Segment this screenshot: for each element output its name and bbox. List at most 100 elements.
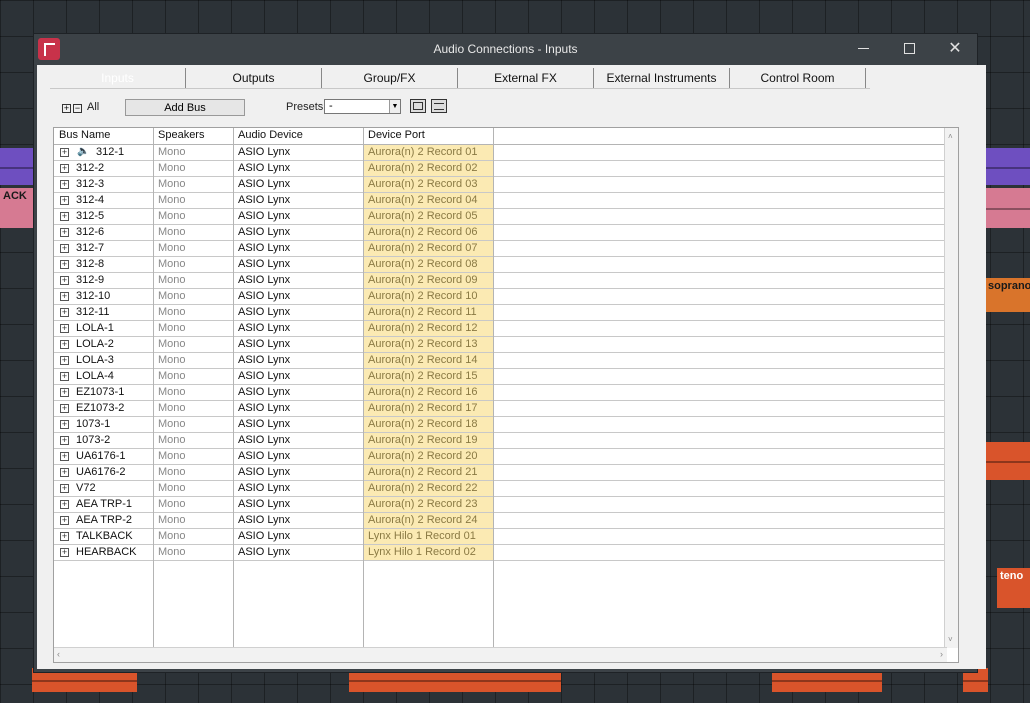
speakers-cell[interactable]: Mono — [158, 338, 186, 350]
device-port-cell[interactable]: Aurora(n) 2 Record 02 — [364, 161, 494, 176]
header-bus-name[interactable]: Bus Name — [59, 129, 110, 141]
bus-name-cell[interactable]: 312-2 — [76, 162, 104, 174]
device-port-cell[interactable]: Aurora(n) 2 Record 06 — [364, 225, 494, 240]
expand-row-icon[interactable]: + — [60, 404, 69, 413]
expand-row-icon[interactable]: + — [60, 212, 69, 221]
audio-device-cell[interactable]: ASIO Lynx — [238, 210, 290, 222]
background-clip-purple-left[interactable] — [0, 148, 35, 185]
expand-row-icon[interactable]: + — [60, 228, 69, 237]
bus-name-cell[interactable]: AEA TRP-2 — [76, 514, 132, 526]
speakers-cell[interactable]: Mono — [158, 194, 186, 206]
table-row[interactable]: +312-10 Mono ASIO Lynx Aurora(n) 2 Record 1… — [54, 289, 958, 305]
header-audio-device[interactable]: Audio Device — [238, 129, 303, 141]
speakers-cell[interactable]: Mono — [158, 482, 186, 494]
device-port-cell[interactable]: Aurora(n) 2 Record 14 — [364, 353, 494, 368]
header-device-port[interactable]: Device Port — [368, 129, 425, 141]
speakers-cell[interactable]: Mono — [158, 546, 186, 558]
close-button[interactable]: ✕ — [932, 34, 978, 64]
device-port-cell[interactable]: Aurora(n) 2 Record 24 — [364, 513, 494, 528]
audio-device-cell[interactable]: ASIO Lynx — [238, 466, 290, 478]
expand-row-icon[interactable]: + — [60, 356, 69, 365]
background-clip-soprano[interactable]: soprano — [985, 278, 1030, 312]
device-port-cell[interactable]: Aurora(n) 2 Record 22 — [364, 481, 494, 496]
bus-name-cell[interactable]: TALKBACK — [76, 530, 133, 542]
maximize-button[interactable] — [886, 34, 932, 64]
device-port-cell[interactable]: Aurora(n) 2 Record 09 — [364, 273, 494, 288]
horizontal-scrollbar[interactable]: ‹ › — [54, 647, 947, 662]
delete-preset-icon[interactable] — [431, 99, 447, 113]
bus-name-cell[interactable]: 1073-1 — [76, 418, 110, 430]
audio-device-cell[interactable]: ASIO Lynx — [238, 146, 290, 158]
minimize-button[interactable] — [840, 34, 886, 64]
table-row[interactable]: +312-9 Mono ASIO Lynx Aurora(n) 2 Record 09 — [54, 273, 958, 289]
audio-device-cell[interactable]: ASIO Lynx — [238, 498, 290, 510]
speakers-cell[interactable]: Mono — [158, 418, 186, 430]
audio-device-cell[interactable]: ASIO Lynx — [238, 546, 290, 558]
scroll-up-icon[interactable]: ˄ — [948, 132, 953, 141]
bus-name-cell[interactable]: 312-11 — [76, 306, 109, 318]
device-port-cell[interactable]: Aurora(n) 2 Record 13 — [364, 337, 494, 352]
audio-device-cell[interactable]: ASIO Lynx — [238, 306, 290, 318]
audio-device-cell[interactable]: ASIO Lynx — [238, 450, 290, 462]
audio-device-cell[interactable]: ASIO Lynx — [238, 514, 290, 526]
table-row[interactable]: +1073-1 Mono ASIO Lynx Aurora(n) 2 Record 1… — [54, 417, 958, 433]
device-port-cell[interactable]: Aurora(n) 2 Record 23 — [364, 497, 494, 512]
table-row[interactable]: + UA6176-2 Mono ASIO Lynx Aurora(n) 2 Record… — [54, 465, 958, 481]
bus-name-cell[interactable]: 312-4 — [76, 194, 104, 206]
save-preset-icon[interactable] — [410, 99, 426, 113]
expand-row-icon[interactable]: + — [60, 244, 69, 253]
title-bar[interactable]: Audio Connections - Inputs ✕ — [34, 34, 977, 64]
header-speakers[interactable]: Speakers — [158, 129, 204, 141]
device-port-cell[interactable]: Aurora(n) 2 Record 10 — [364, 289, 494, 304]
table-row[interactable]: +312-4 Mono ASIO Lynx Aurora(n) 2 Record 04 — [54, 193, 958, 209]
speakers-cell[interactable]: Mono — [158, 322, 186, 334]
bus-name-cell[interactable]: HEARBACK — [76, 546, 137, 558]
audio-device-cell[interactable]: ASIO Lynx — [238, 370, 290, 382]
background-clip-pink-right[interactable] — [985, 188, 1030, 228]
bus-name-cell[interactable]: 312-6 — [76, 226, 104, 238]
speakers-cell[interactable]: Mono — [158, 354, 186, 366]
table-row[interactable]: + LOLA-4 Mono ASIO Lynx Aurora(n) 2 Record 1… — [54, 369, 958, 385]
speakers-cell[interactable]: Mono — [158, 306, 186, 318]
tab-group-fx[interactable]: Group/FX — [322, 68, 458, 88]
presets-dropdown[interactable]: - ▼ — [324, 99, 401, 114]
table-row[interactable]: + LOLA-1 Mono ASIO Lynx Aurora(n) 2 Record 1… — [54, 321, 958, 337]
background-clip-purple-right[interactable] — [985, 148, 1030, 185]
audio-device-cell[interactable]: ASIO Lynx — [238, 530, 290, 542]
tab-inputs[interactable]: Inputs — [50, 68, 186, 88]
bus-name-cell[interactable]: 312-10 — [76, 290, 110, 302]
speakers-cell[interactable]: Mono — [158, 498, 186, 510]
audio-device-cell[interactable]: ASIO Lynx — [238, 274, 290, 286]
audio-device-cell[interactable]: ASIO Lynx — [238, 322, 290, 334]
speakers-cell[interactable]: Mono — [158, 274, 186, 286]
table-row[interactable]: + EZ1073-1 Mono ASIO Lynx Aurora(n) 2 Record… — [54, 385, 958, 401]
expand-row-icon[interactable]: + — [60, 452, 69, 461]
table-row[interactable]: +312-11 Mono ASIO Lynx Aurora(n) 2 Record 1… — [54, 305, 958, 321]
expand-row-icon[interactable]: + — [60, 276, 69, 285]
device-port-cell[interactable]: Aurora(n) 2 Record 08 — [364, 257, 494, 272]
device-port-cell[interactable]: Aurora(n) 2 Record 04 — [364, 193, 494, 208]
table-row[interactable]: +312-6 Mono ASIO Lynx Aurora(n) 2 Record 06 — [54, 225, 958, 241]
audio-device-cell[interactable]: ASIO Lynx — [238, 354, 290, 366]
device-port-cell[interactable]: Aurora(n) 2 Record 05 — [364, 209, 494, 224]
table-row[interactable]: +312-7 Mono ASIO Lynx Aurora(n) 2 Record 07 — [54, 241, 958, 257]
add-bus-button[interactable]: Add Bus — [125, 99, 245, 116]
expand-row-icon[interactable]: + — [60, 340, 69, 349]
table-row[interactable]: + EZ1073-2 Mono ASIO Lynx Aurora(n) 2 Record… — [54, 401, 958, 417]
background-clip-orange-right-1[interactable] — [985, 442, 1030, 480]
expand-row-icon[interactable]: + — [60, 484, 69, 493]
expand-row-icon[interactable]: + — [60, 516, 69, 525]
audio-device-cell[interactable]: ASIO Lynx — [238, 418, 290, 430]
expand-row-icon[interactable]: + — [60, 548, 69, 557]
device-port-cell[interactable]: Aurora(n) 2 Record 16 — [364, 385, 494, 400]
device-port-cell[interactable]: Lynx Hilo 1 Record 02 — [364, 545, 494, 560]
device-port-cell[interactable]: Aurora(n) 2 Record 12 — [364, 321, 494, 336]
expand-row-icon[interactable]: + — [60, 372, 69, 381]
expand-row-icon[interactable]: + — [60, 500, 69, 509]
bus-name-cell[interactable]: LOLA-2 — [76, 338, 114, 350]
expand-row-icon[interactable]: + — [60, 324, 69, 333]
expand-row-icon[interactable]: + — [60, 196, 69, 205]
bus-name-cell[interactable]: LOLA-3 — [76, 354, 114, 366]
table-row[interactable]: + AEA TRP-1 Mono ASIO Lynx Aurora(n) 2 Recor… — [54, 497, 958, 513]
collapse-all-icon[interactable]: − — [73, 104, 82, 113]
